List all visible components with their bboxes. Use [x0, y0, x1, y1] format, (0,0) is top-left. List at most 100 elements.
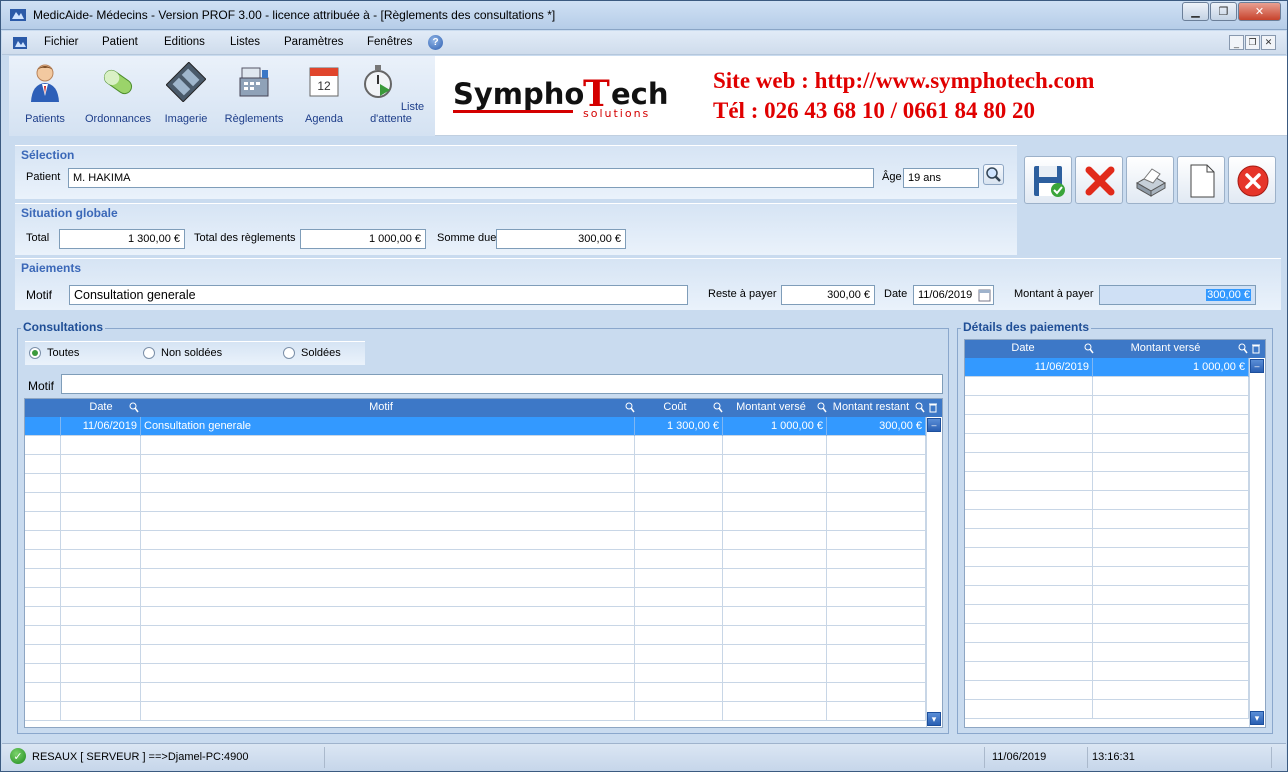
details-col-date[interactable]: Date: [965, 342, 1081, 354]
situation-title: Situation globale: [21, 206, 118, 220]
menu-patient[interactable]: Patient: [102, 36, 138, 48]
table-row[interactable]: [965, 548, 1249, 567]
details-filter-montant-icon[interactable]: [1238, 343, 1248, 354]
patient-field[interactable]: M. HAKIMA: [68, 168, 874, 188]
table-row[interactable]: [25, 607, 926, 626]
details-scrollbar[interactable]: – ▾: [1249, 358, 1265, 727]
table-row[interactable]: [965, 377, 1249, 396]
scroll-down-button[interactable]: ▾: [927, 712, 941, 726]
table-row[interactable]: [965, 453, 1249, 472]
table-row[interactable]: [965, 586, 1249, 605]
table-row[interactable]: [25, 702, 926, 721]
table-row[interactable]: [965, 415, 1249, 434]
col-cout[interactable]: Coût: [635, 401, 715, 413]
col-motif[interactable]: Motif: [141, 401, 621, 413]
cell-cout: [635, 569, 723, 588]
col-montant-verse[interactable]: Montant versé: [725, 401, 817, 413]
filter-soldees[interactable]: Soldées: [283, 347, 341, 359]
table-row[interactable]: [965, 529, 1249, 548]
details-collapse-button[interactable]: –: [1250, 359, 1264, 373]
cell-date: [61, 436, 141, 455]
toolbar-agenda[interactable]: 12 Agenda: [301, 62, 347, 125]
details-filter-date-icon[interactable]: [1084, 343, 1094, 354]
table-row[interactable]: [965, 605, 1249, 624]
table-row[interactable]: [965, 624, 1249, 643]
montant-payer-field[interactable]: 300,00 €: [1099, 285, 1256, 305]
table-row[interactable]: [25, 493, 926, 512]
radio-non-soldees-icon: [143, 347, 155, 359]
save-button[interactable]: [1024, 156, 1072, 204]
table-row[interactable]: [25, 474, 926, 493]
close-form-button[interactable]: [1228, 156, 1276, 204]
pill-icon: [103, 69, 133, 95]
table-row[interactable]: [965, 662, 1249, 681]
menu-listes[interactable]: Listes: [230, 36, 260, 48]
child-close-button[interactable]: ✕: [1261, 35, 1276, 50]
table-row[interactable]: [25, 664, 926, 683]
child-restore-button[interactable]: ❐: [1245, 35, 1260, 50]
table-row[interactable]: [965, 643, 1249, 662]
maximize-button[interactable]: ❐: [1210, 2, 1237, 21]
row-selector: [25, 436, 61, 455]
table-row[interactable]: [25, 626, 926, 645]
cancel-button[interactable]: [1075, 156, 1123, 204]
menu-editions[interactable]: Editions: [164, 36, 205, 48]
col-montant-restant[interactable]: Montant restant: [825, 401, 917, 413]
minimize-button[interactable]: ▁: [1182, 2, 1209, 21]
table-row[interactable]: 11/06/2019 Consultation generale 1 300,00 …: [25, 417, 926, 436]
calendar-picker-icon[interactable]: [978, 288, 991, 304]
print-button[interactable]: [1126, 156, 1174, 204]
consultations-scrollbar[interactable]: – ▾: [926, 417, 942, 727]
details-col-montant[interactable]: Montant versé: [1093, 342, 1238, 354]
filter-date-icon[interactable]: [129, 402, 139, 413]
table-row[interactable]: [25, 569, 926, 588]
paiement-motif-field[interactable]: Consultation generale: [69, 285, 688, 305]
table-row[interactable]: [965, 472, 1249, 491]
close-window-button[interactable]: ✕: [1238, 2, 1281, 21]
help-icon[interactable]: ?: [428, 35, 443, 50]
table-row[interactable]: 11/06/2019 1 000,00 €: [965, 358, 1249, 377]
table-row[interactable]: [965, 491, 1249, 510]
toolbar-reglements[interactable]: Règlements: [223, 62, 285, 125]
cell-cout: [635, 607, 723, 626]
row-selector: [25, 683, 61, 702]
patient-search-button[interactable]: [983, 164, 1004, 185]
child-minimize-button[interactable]: _: [1229, 35, 1244, 50]
table-row[interactable]: [25, 531, 926, 550]
table-row[interactable]: [25, 455, 926, 474]
new-document-button[interactable]: [1177, 156, 1225, 204]
table-row[interactable]: [25, 645, 926, 664]
delete-row-icon[interactable]: [928, 402, 938, 413]
filter-verse-icon[interactable]: [817, 402, 827, 413]
table-row[interactable]: [965, 681, 1249, 700]
filter-non-soldees[interactable]: Non soldées: [143, 347, 222, 359]
table-row[interactable]: [965, 510, 1249, 529]
cell-montant-restant: [827, 588, 926, 607]
date-field[interactable]: 11/06/2019: [913, 285, 994, 305]
table-row[interactable]: [25, 512, 926, 531]
table-row[interactable]: [965, 434, 1249, 453]
toolbar-ordonnances[interactable]: Ordonnances: [85, 62, 151, 125]
table-row[interactable]: [965, 700, 1249, 719]
filter-cout-icon[interactable]: [713, 402, 723, 413]
table-row[interactable]: [25, 683, 926, 702]
table-row[interactable]: [965, 567, 1249, 586]
consult-motif-filter-field[interactable]: [61, 374, 943, 394]
filter-toutes[interactable]: Toutes: [29, 347, 79, 359]
row-collapse-button[interactable]: –: [927, 418, 941, 432]
filter-restant-icon[interactable]: [915, 402, 925, 413]
toolbar-patients[interactable]: Patients: [23, 62, 67, 125]
table-row[interactable]: [25, 436, 926, 455]
table-row[interactable]: [25, 550, 926, 569]
table-row[interactable]: [965, 396, 1249, 415]
menu-fenetres[interactable]: Fenêtres: [367, 36, 412, 48]
menu-fichier[interactable]: Fichier: [44, 36, 79, 48]
menu-parametres[interactable]: Paramètres: [284, 36, 343, 48]
toolbar-imagerie[interactable]: Imagerie: [161, 61, 211, 125]
toolbar-liste-attente[interactable]: Liste d'attente: [351, 62, 431, 125]
details-scroll-down-button[interactable]: ▾: [1250, 711, 1264, 725]
details-delete-icon[interactable]: [1251, 343, 1261, 354]
age-field[interactable]: 19 ans: [903, 168, 979, 188]
table-row[interactable]: [25, 588, 926, 607]
filter-motif-icon[interactable]: [625, 402, 635, 413]
